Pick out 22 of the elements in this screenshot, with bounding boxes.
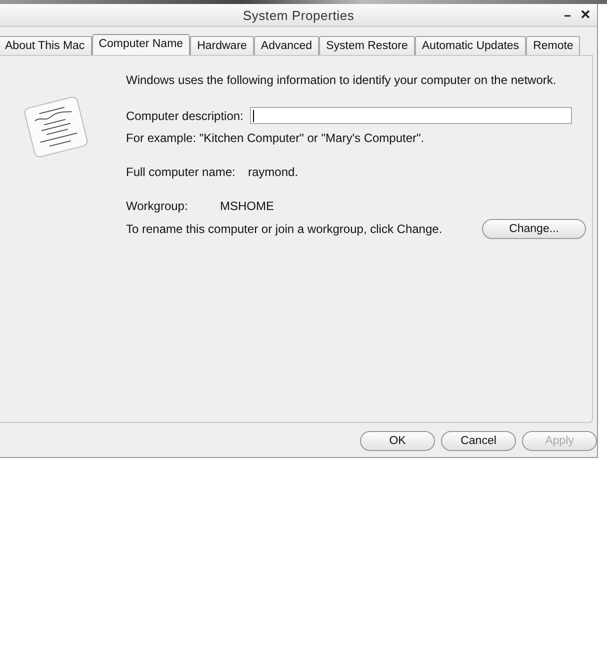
example-text: For example: "Kitchen Computer" or "Mary's Computer". <box>126 131 426 145</box>
field-label: Workgroup: <box>126 199 189 213</box>
tab[interactable]: About This Mac <box>0 36 92 55</box>
field-label: Computer description: <box>126 108 244 122</box>
tab[interactable]: System Restore <box>319 36 415 55</box>
description-field[interactable] <box>250 107 572 124</box>
minimize-button[interactable]: -- <box>564 7 570 22</box>
window-title: System Properties <box>242 8 354 22</box>
workgroup-name: MSHOME <box>220 199 274 213</box>
change-button[interactable]: Change... <box>482 219 586 239</box>
computer-name: raymond. <box>248 165 298 179</box>
close-button[interactable]: ✕ <box>580 7 591 22</box>
tab[interactable]: Hardware <box>190 36 254 55</box>
tab[interactable]: Remote <box>526 36 580 55</box>
tab[interactable]: Automatic Updates <box>414 36 526 55</box>
rename-text: To rename this computer or join a workgroup, click Change. <box>126 222 442 236</box>
tab[interactable]: Advanced <box>254 36 320 55</box>
tab[interactable]: Computer Name <box>92 34 190 55</box>
intro-text: Windows uses the following information to identify your computer on the network. <box>126 73 558 87</box>
dialog-button[interactable]: Cancel <box>441 431 516 451</box>
dialog-button[interactable]: OK <box>360 431 435 451</box>
field-label: Full computer name: <box>126 165 236 179</box>
